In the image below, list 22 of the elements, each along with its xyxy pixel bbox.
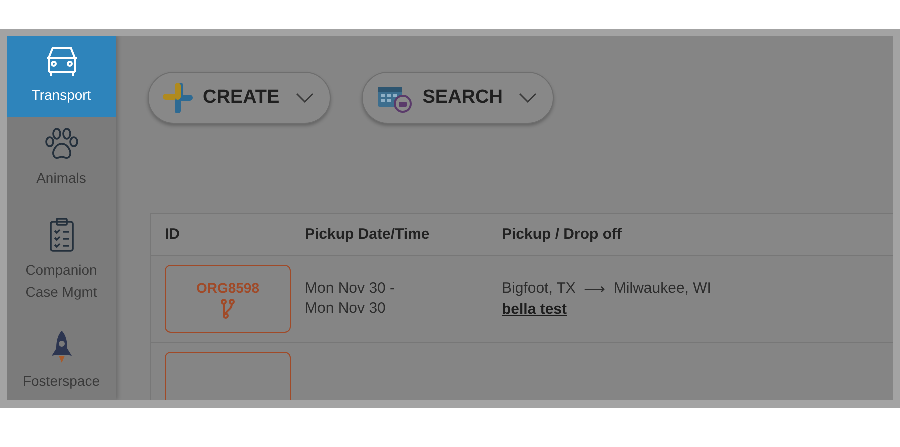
pickup-location: Bigfoot, TX (502, 280, 576, 298)
arrow-text: ⟶ (584, 280, 606, 298)
sidebar-item[interactable]: Companion Case Mgmt (7, 207, 116, 322)
dropdown-button[interactable]: SEARCH (362, 72, 554, 124)
column-header: Pickup Date/Time (305, 226, 431, 243)
plus-icon (163, 83, 193, 113)
dropdown-button[interactable]: CREATE (148, 72, 331, 124)
sidebar-item[interactable]: Transport (7, 36, 116, 117)
column-header: Pickup / Drop off (502, 226, 623, 243)
chevron-down-icon (518, 93, 537, 103)
sidebar-item[interactable]: Fosterspace (7, 322, 116, 392)
checklist-icon (48, 217, 76, 253)
paw-icon (44, 127, 80, 161)
rocket-icon (50, 330, 72, 364)
animal-link[interactable]: bella test (502, 301, 568, 318)
chevron-down-icon (296, 93, 314, 103)
column-header: ID (164, 226, 181, 243)
pickup-date-text: Mon Nov 30 - Mon Nov 30 (305, 280, 396, 317)
sidebar-item[interactable]: Animals (7, 117, 116, 207)
id-badge[interactable] (165, 352, 291, 400)
dropoff-location: Milwaukee, WI (614, 280, 712, 298)
fork-icon (221, 298, 235, 318)
